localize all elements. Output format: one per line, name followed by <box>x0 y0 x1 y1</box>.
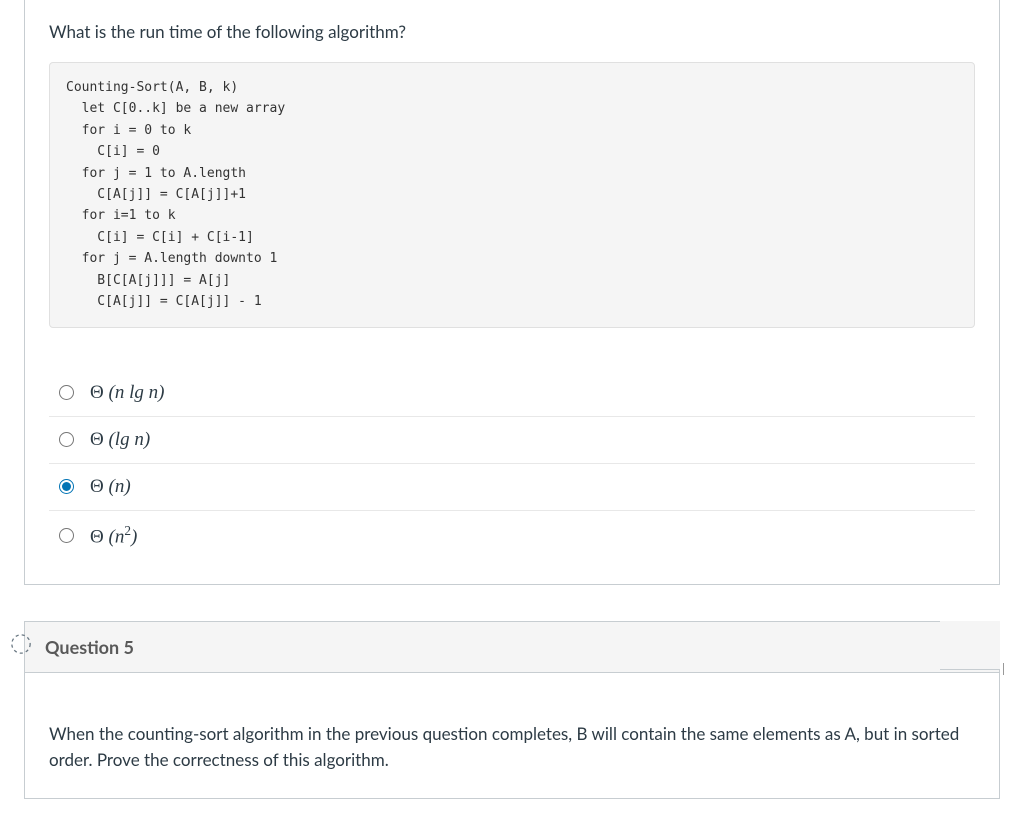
option-label: Θ (n lg n) <box>90 382 164 404</box>
question-prompt: What is the run time of the following al… <box>49 20 975 44</box>
header-decoration <box>940 621 1000 670</box>
option-label: Θ (lg n) <box>90 429 150 451</box>
option-nlogn[interactable]: Θ (n lg n) <box>49 370 975 417</box>
question-card-4: What is the run time of the following al… <box>24 0 1000 585</box>
option-label: Θ (n2) <box>90 523 137 548</box>
radio-input[interactable] <box>59 432 74 447</box>
option-label: Θ (n) <box>90 476 131 498</box>
question-prompt: When the counting-sort algorithm in the … <box>49 721 975 774</box>
option-logn[interactable]: Θ (lg n) <box>49 417 975 464</box>
question-header: Question 5 <box>25 622 999 673</box>
question-status-unanswered-icon <box>9 632 33 656</box>
answer-options: Θ (n lg n) Θ (lg n) Θ (n) Θ (n2) <box>49 370 975 560</box>
question-card-5: Question 5 When the counting-sort algori… <box>24 621 1000 799</box>
code-block: Counting-Sort(A, B, k) let C[0..k] be a … <box>49 62 975 328</box>
radio-input[interactable] <box>59 479 74 494</box>
question-body: What is the run time of the following al… <box>25 0 999 584</box>
option-n[interactable]: Θ (n) <box>49 464 975 511</box>
radio-input[interactable] <box>59 528 74 543</box>
option-n2[interactable]: Θ (n2) <box>49 511 975 560</box>
question-header-title: Question 5 <box>45 636 134 658</box>
radio-input[interactable] <box>59 385 74 400</box>
question-body: When the counting-sort algorithm in the … <box>25 673 999 798</box>
